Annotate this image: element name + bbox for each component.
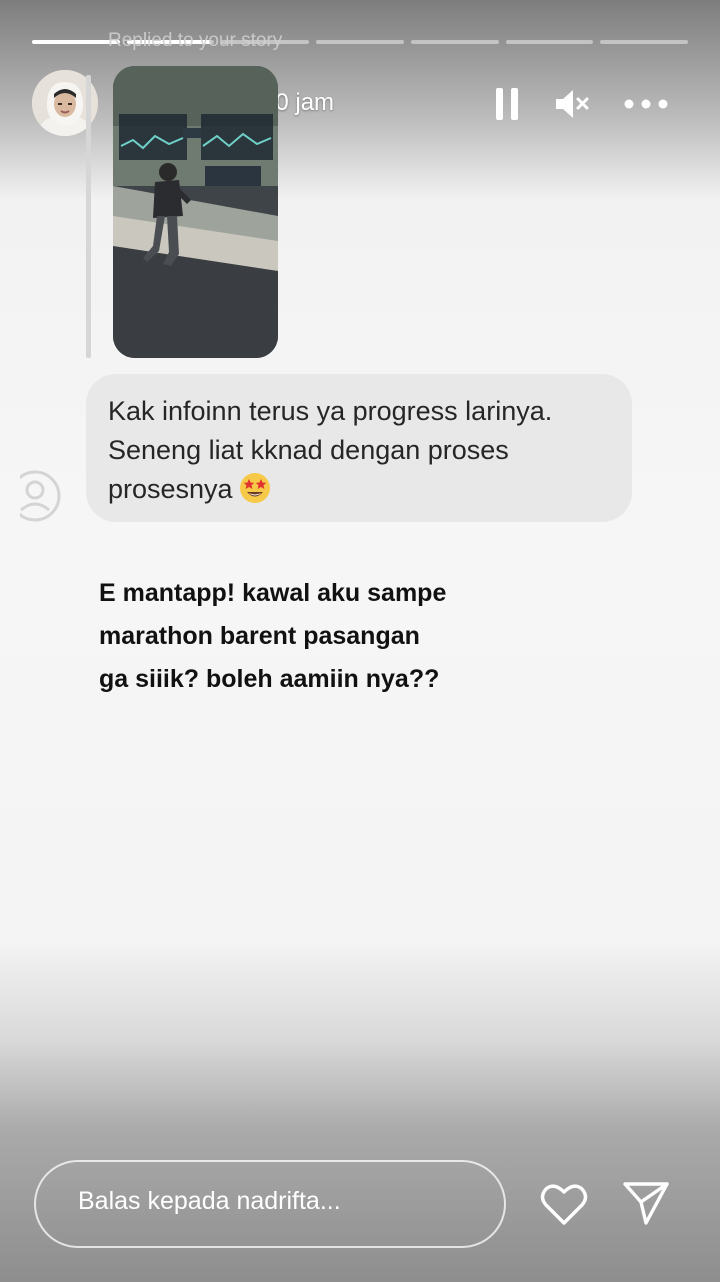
message-line-text: prosesnya	[108, 474, 233, 504]
send-button[interactable]	[622, 1180, 670, 1226]
caption-line: marathon barent pasangan	[99, 622, 420, 650]
reply-quote-line	[86, 75, 91, 358]
message-line: Kak infoinn terus ya progress larinya.	[108, 396, 553, 426]
heart-icon	[540, 1184, 588, 1225]
send-icon	[623, 1182, 669, 1225]
progress-segment	[316, 40, 404, 44]
sender-avatar-icon	[20, 470, 61, 522]
caption-line: E mantapp! kawal aku sampe	[99, 579, 447, 607]
progress-segment	[600, 40, 689, 44]
reply-field[interactable]	[34, 1160, 506, 1248]
message-line: Seneng liat kknad dengan proses	[108, 435, 509, 465]
more-icon	[624, 99, 668, 109]
pause-button[interactable]	[487, 84, 527, 124]
mute-button[interactable]	[552, 84, 592, 124]
progress-segment	[505, 40, 594, 44]
message-line: prosesnya	[108, 470, 610, 509]
progress-segment	[410, 40, 499, 44]
pause-icon	[496, 88, 518, 120]
like-button[interactable]	[540, 1182, 588, 1226]
replied-label: Replied to your story	[108, 30, 283, 51]
progress-fill	[32, 40, 120, 44]
story-thumbnail[interactable]	[113, 66, 278, 358]
mute-icon	[556, 90, 589, 118]
story-caption: E mantapp! kawal aku sampe marathon bare…	[99, 572, 579, 701]
caption-line: ga siiik? boleh aamiin nya??	[99, 665, 440, 693]
reply-input[interactable]	[76, 1186, 480, 1217]
star-struck-emoji-icon	[239, 473, 270, 503]
more-options-button[interactable]	[624, 84, 668, 124]
progress-segment	[32, 40, 120, 44]
reply-message-bubble: Kak infoinn terus ya progress larinya. S…	[86, 374, 632, 522]
